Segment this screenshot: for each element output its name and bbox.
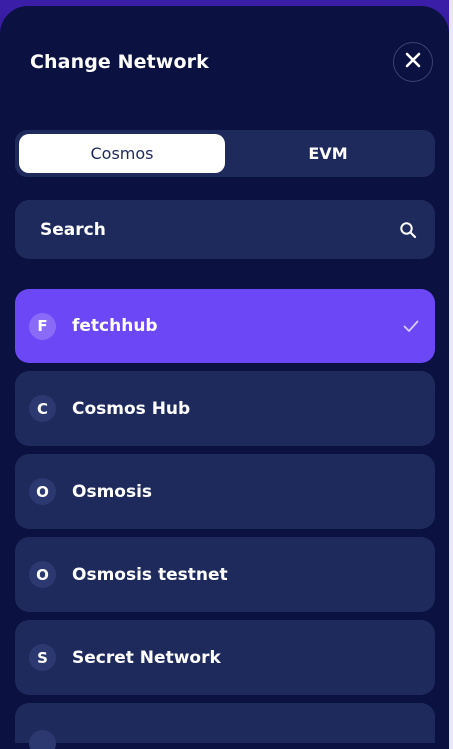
network-avatar: O — [29, 478, 56, 505]
network-avatar: C — [29, 395, 56, 422]
tab-evm[interactable]: EVM — [225, 134, 431, 173]
close-button[interactable] — [393, 42, 433, 82]
network-name: fetchhub — [72, 316, 158, 336]
network-item-osmosis[interactable]: O Osmosis — [15, 454, 435, 529]
network-item-next[interactable] — [15, 703, 435, 749]
modal-header: Change Network — [30, 42, 433, 82]
network-item-secret-network[interactable]: S Secret Network — [15, 620, 435, 695]
network-item-cosmos-hub[interactable]: C Cosmos Hub — [15, 371, 435, 446]
change-network-modal: Change Network Cosmos EVM F fetchhub C C… — [0, 6, 449, 749]
search-box — [15, 200, 435, 259]
network-name: Osmosis testnet — [72, 564, 228, 585]
network-item-osmosis-testnet[interactable]: O Osmosis testnet — [15, 537, 435, 612]
search-input[interactable] — [40, 219, 360, 240]
network-avatar: S — [29, 644, 56, 671]
network-name: Secret Network — [72, 647, 221, 668]
network-name: Osmosis — [72, 481, 153, 502]
network-avatar — [29, 729, 56, 749]
search-icon[interactable] — [399, 221, 417, 239]
network-name: Cosmos Hub — [72, 398, 191, 419]
network-type-tabs: Cosmos EVM — [15, 130, 435, 177]
tab-cosmos[interactable]: Cosmos — [19, 134, 225, 173]
network-item-fetchhub[interactable]: F fetchhub — [15, 289, 435, 363]
background-edge — [449, 0, 453, 749]
network-avatar: F — [29, 312, 56, 340]
close-icon — [404, 51, 422, 73]
modal-title: Change Network — [30, 51, 209, 73]
check-icon — [402, 317, 420, 335]
network-list: F fetchhub C Cosmos Hub O Osmosis O Osmo… — [15, 289, 435, 749]
network-avatar: O — [29, 561, 56, 588]
